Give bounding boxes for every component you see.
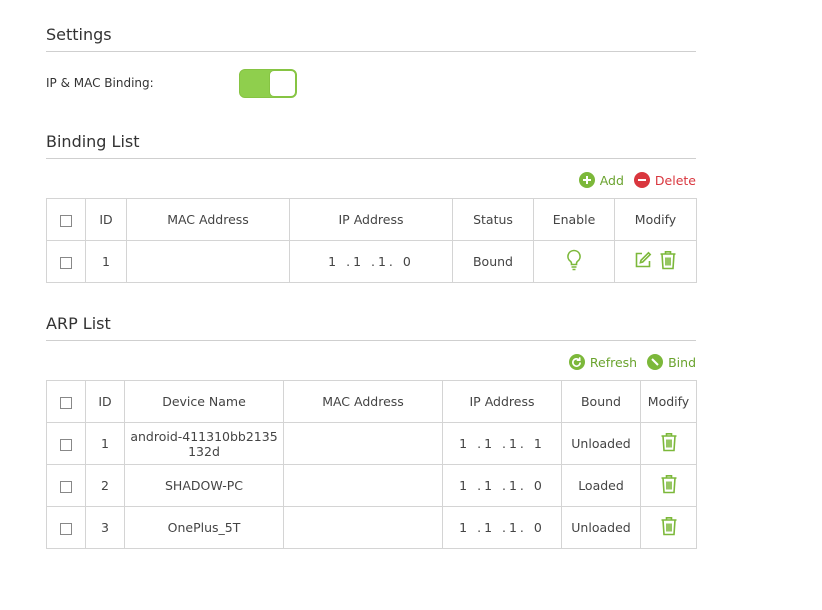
row-checkbox[interactable]: [60, 256, 72, 269]
delete-button-label: Delete: [654, 172, 696, 188]
delete-button[interactable]: Delete: [633, 172, 696, 188]
trash-icon[interactable]: [660, 516, 678, 539]
bind-button[interactable]: Bind: [647, 354, 696, 370]
edit-icon[interactable]: [634, 251, 652, 272]
row-id: 1: [85, 422, 125, 465]
bind-button-label: Bind: [668, 354, 696, 370]
column-header-id: ID: [85, 380, 125, 423]
row-select-cell: [46, 464, 86, 507]
column-header-ip: IP Address: [289, 198, 453, 241]
ip-mac-binding-toggle[interactable]: [239, 69, 297, 98]
column-header-mac: MAC Address: [283, 380, 443, 423]
row-modify-cell: [640, 464, 697, 507]
select-all-cell: [46, 380, 86, 423]
row-device-name: OnePlus_5T: [124, 506, 284, 549]
row-select-cell: [46, 422, 86, 465]
row-ip: 1 .1 .1. 0: [442, 464, 562, 507]
row-device-name: SHADOW-PC: [124, 464, 284, 507]
trash-icon[interactable]: [659, 250, 677, 273]
column-header-bound: Bound: [561, 380, 641, 423]
column-header-enable: Enable: [533, 198, 615, 241]
row-bound: Loaded: [561, 464, 641, 507]
row-modify-cell: [640, 422, 697, 465]
add-button[interactable]: Add: [578, 172, 624, 188]
column-header-status: Status: [452, 198, 534, 241]
row-checkbox[interactable]: [60, 480, 72, 493]
settings-section-title: Settings: [46, 25, 696, 52]
binding-list-table: ID MAC Address IP Address Status Enable …: [46, 198, 697, 283]
binding-list-actions: Add Delete: [578, 172, 696, 188]
row-modify-cell: [614, 240, 697, 283]
row-id: 1: [85, 240, 127, 283]
row-device-name: android-411310bb2135132d: [124, 422, 284, 465]
binding-list-title: Binding List: [46, 132, 696, 159]
column-header-modify: Modify: [614, 198, 697, 241]
table-header-row: ID MAC Address IP Address Status Enable …: [46, 198, 697, 241]
column-header-id: ID: [85, 198, 127, 241]
row-modify-cell: [640, 506, 697, 549]
table-row: 2 SHADOW-PC 1 .1 .1. 0 Loaded: [46, 464, 697, 507]
row-mac: [283, 464, 443, 507]
row-checkbox[interactable]: [60, 522, 72, 535]
row-enable-cell: [533, 240, 615, 283]
select-all-checkbox[interactable]: [60, 396, 72, 409]
bulb-icon[interactable]: [565, 249, 583, 274]
row-checkbox[interactable]: [60, 438, 72, 451]
column-header-modify: Modify: [640, 380, 697, 423]
refresh-button-label: Refresh: [589, 354, 638, 370]
row-select-cell: [46, 506, 86, 549]
trash-icon[interactable]: [660, 474, 678, 497]
toggle-knob: [269, 70, 296, 97]
column-header-device-name: Device Name: [124, 380, 284, 423]
ip-mac-binding-label: IP & MAC Binding:: [46, 76, 154, 90]
table-row: 1 android-411310bb2135132d 1 .1 .1. 1 Un…: [46, 422, 697, 465]
bind-icon: [647, 354, 664, 370]
minus-circle-icon: [633, 172, 650, 188]
plus-circle-icon: [578, 172, 595, 188]
row-bound: Unloaded: [561, 506, 641, 549]
row-ip: 1 .1 .1. 0: [289, 240, 453, 283]
row-ip: 1 .1 .1. 1: [442, 422, 562, 465]
row-select-cell: [46, 240, 86, 283]
column-header-ip: IP Address: [442, 380, 562, 423]
row-id: 3: [85, 506, 125, 549]
column-header-mac: MAC Address: [126, 198, 290, 241]
select-all-cell: [46, 198, 86, 241]
add-button-label: Add: [599, 172, 624, 188]
row-mac: [283, 422, 443, 465]
row-bound: Unloaded: [561, 422, 641, 465]
arp-list-table: ID Device Name MAC Address IP Address Bo…: [46, 380, 697, 549]
refresh-button[interactable]: Refresh: [568, 354, 638, 370]
refresh-icon: [568, 354, 585, 370]
row-status: Bound: [452, 240, 534, 283]
row-mac: [126, 240, 290, 283]
table-header-row: ID Device Name MAC Address IP Address Bo…: [46, 380, 697, 423]
select-all-checkbox[interactable]: [60, 214, 72, 227]
row-mac: [283, 506, 443, 549]
arp-list-actions: Refresh Bind: [568, 354, 696, 370]
row-id: 2: [85, 464, 125, 507]
table-row: 1 1 .1 .1. 0 Bound: [46, 240, 697, 283]
table-row: 3 OnePlus_5T 1 .1 .1. 0 Unloaded: [46, 506, 697, 549]
trash-icon[interactable]: [660, 432, 678, 455]
arp-list-title: ARP List: [46, 314, 696, 341]
row-ip: 1 .1 .1. 0: [442, 506, 562, 549]
